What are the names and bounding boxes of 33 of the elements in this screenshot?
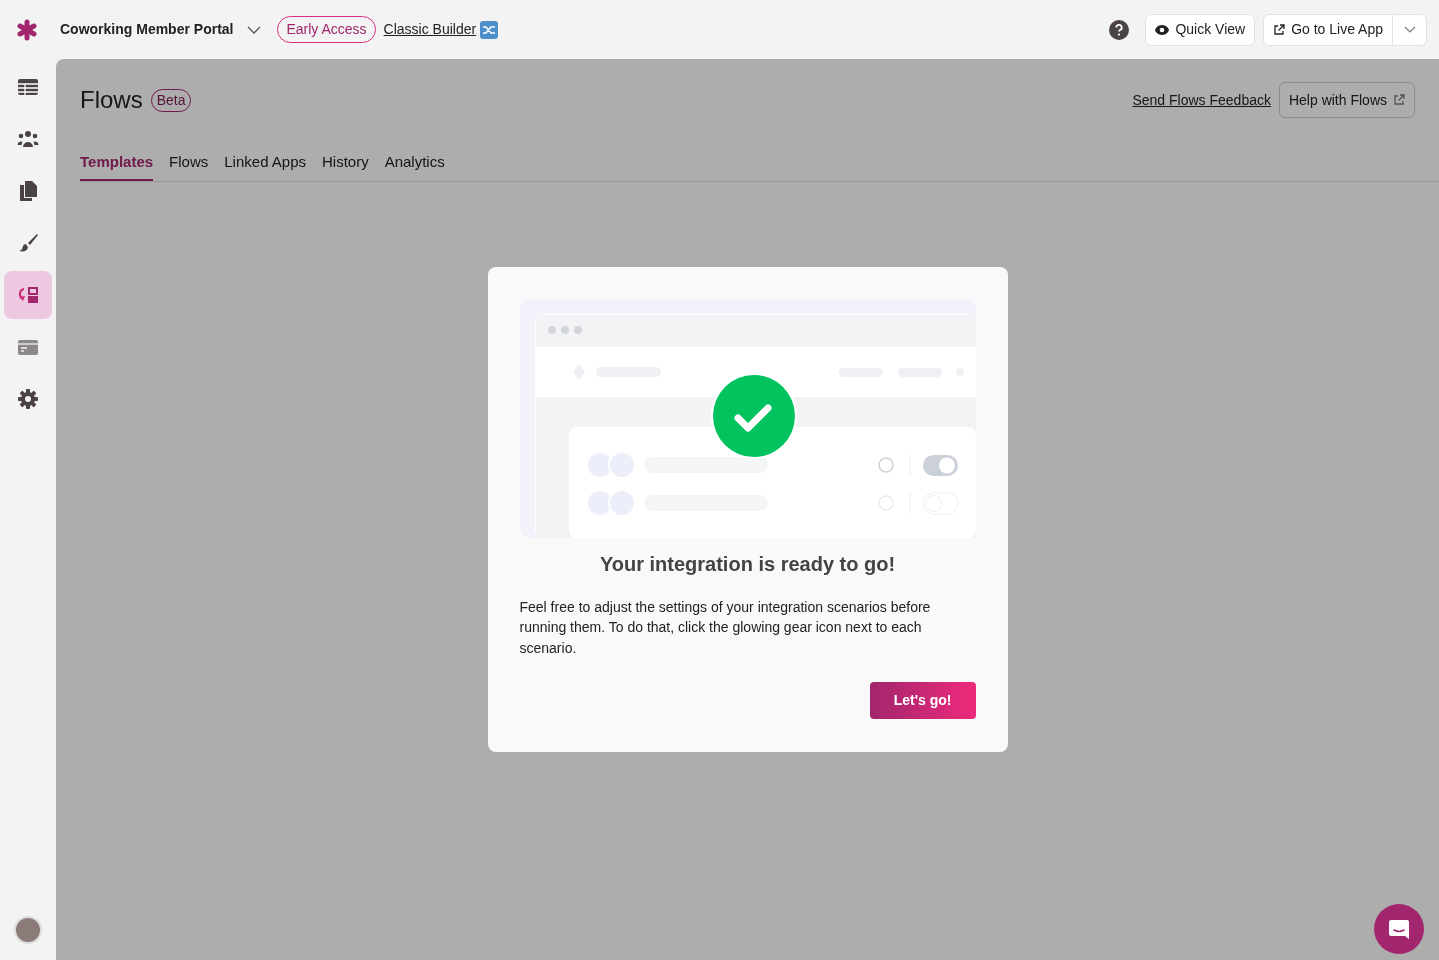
dialog-message: Feel free to adjust the settings of your integration scenarios before running them. To do that, click the glowing gear icon next to each scenario.	[519, 598, 932, 658]
tab[interactable]: Analytics	[384, 151, 445, 181]
help-with-flows-button[interactable]: Help with Flows	[1278, 82, 1415, 118]
chat-launcher-button[interactable]	[1374, 904, 1424, 954]
tab[interactable]: Templates	[80, 151, 154, 181]
documents-icon	[17, 180, 39, 202]
lets-go-button[interactable]: Let's go!	[869, 681, 976, 719]
tab[interactable]: History	[322, 151, 369, 181]
brush-icon	[17, 232, 39, 254]
people-icon	[17, 128, 39, 150]
table-icon	[17, 76, 39, 98]
chevron-down-icon[interactable]	[247, 25, 262, 34]
shuffle-icon	[480, 20, 499, 39]
flows-icon	[17, 284, 39, 306]
avatar-photo-placeholder[interactable]	[14, 916, 42, 944]
help-icon[interactable]	[1109, 19, 1130, 40]
success-check-icon	[710, 373, 797, 460]
asterisk-logo-icon[interactable]	[16, 18, 38, 41]
external-link-icon	[1273, 23, 1286, 36]
page-title: Flows	[80, 85, 143, 115]
external-link-icon	[1393, 94, 1405, 106]
chat-icon	[1387, 917, 1411, 941]
classic-builder-link[interactable]: Classic Builder	[383, 19, 499, 40]
send-feedback-link[interactable]: Send Flows Feedback	[1132, 89, 1271, 111]
quick-view-button[interactable]: Quick View	[1145, 13, 1256, 46]
eye-icon	[1155, 24, 1170, 35]
go-to-live-app-button[interactable]: Go to Live App	[1263, 13, 1393, 46]
tab[interactable]: Linked Apps	[224, 151, 306, 181]
chevron-down-icon	[1403, 26, 1416, 33]
flows-nav-button[interactable]	[4, 271, 52, 319]
tab[interactable]: Flows	[169, 151, 209, 181]
dialog-title: Your integration is ready to go!	[598, 552, 897, 578]
app-title[interactable]: Coworking Member Portal	[60, 19, 234, 40]
